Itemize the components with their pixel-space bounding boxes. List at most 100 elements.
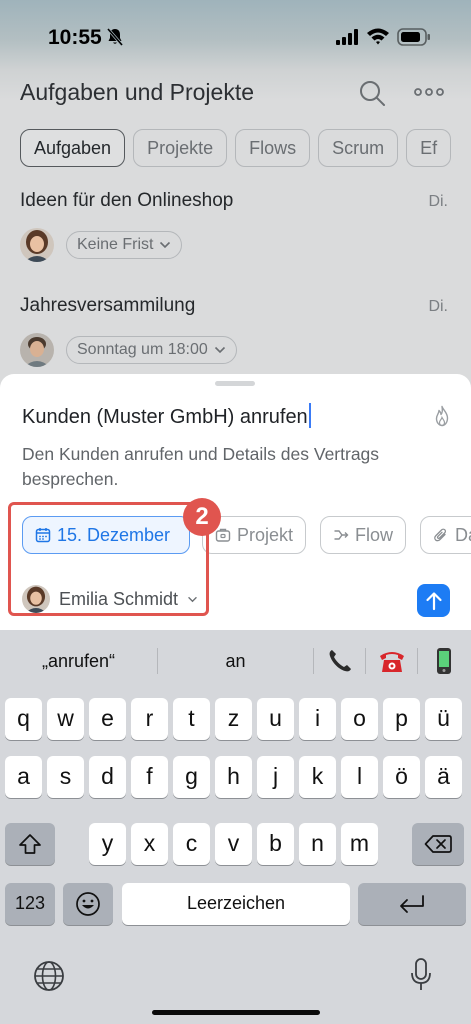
return-key[interactable] [358, 883, 466, 925]
key-i[interactable]: i [299, 698, 336, 740]
key-x[interactable]: x [131, 823, 168, 865]
backspace-key[interactable] [412, 823, 464, 865]
mobile-phone-icon[interactable] [429, 646, 459, 676]
key-q[interactable]: q [5, 698, 42, 740]
numbers-key[interactable]: 123 [5, 883, 55, 925]
chevron-down-icon [214, 346, 225, 354]
task-item[interactable]: Ideen für den Onlineshop Di. Keine Frist [20, 190, 460, 262]
chevron-down-icon [160, 241, 171, 249]
text-cursor [308, 403, 311, 428]
key-n[interactable]: n [299, 823, 336, 865]
task-title: Ideen für den Onlineshop [20, 190, 234, 211]
suggestion-item[interactable]: „anrufen“ [0, 642, 157, 680]
microphone-icon[interactable] [410, 958, 432, 992]
key-d[interactable]: d [89, 756, 126, 798]
key-ue[interactable]: ü [425, 698, 462, 740]
more-icon[interactable] [412, 82, 446, 102]
suggestion-item[interactable]: an [158, 642, 313, 680]
suggestion-divider [417, 648, 418, 674]
paperclip-icon [434, 528, 447, 542]
key-t[interactable]: t [173, 698, 210, 740]
key-a[interactable]: a [5, 756, 42, 798]
bell-off-icon [106, 28, 124, 46]
project-icon [215, 528, 231, 542]
task-title-text: Kunden (Muster GmbH) anrufen [22, 406, 308, 428]
key-u[interactable]: u [257, 698, 294, 740]
key-l[interactable]: l [341, 756, 378, 798]
avatar [20, 228, 54, 262]
key-s[interactable]: s [47, 756, 84, 798]
phone-receiver-icon[interactable] [325, 646, 355, 676]
tutorial-highlight-box [8, 502, 209, 616]
arrow-up-icon [425, 591, 442, 610]
project-chip-label: Projekt [237, 524, 294, 545]
task-day: Di. [428, 193, 448, 210]
suggestion-bar: „anrufen“ an [0, 642, 471, 680]
key-c[interactable]: c [173, 823, 210, 865]
deadline-label: Keine Frist [77, 236, 154, 253]
key-y[interactable]: y [89, 823, 126, 865]
key-r[interactable]: r [131, 698, 168, 740]
home-indicator[interactable] [152, 1010, 320, 1015]
task-item[interactable]: Jahresversammilung Di. Sonntag um 18:00 [20, 295, 460, 367]
key-g[interactable]: g [173, 756, 210, 798]
send-button[interactable] [417, 584, 450, 617]
key-z[interactable]: z [215, 698, 252, 740]
key-e[interactable]: e [89, 698, 126, 740]
backspace-icon [424, 835, 452, 853]
key-p[interactable]: p [383, 698, 420, 740]
key-k[interactable]: k [299, 756, 336, 798]
key-b[interactable]: b [257, 823, 294, 865]
wifi-icon [367, 28, 389, 45]
key-o[interactable]: o [341, 698, 378, 740]
status-bar: 10:55 [0, 0, 471, 60]
task-day: Di. [428, 298, 448, 315]
tab-aufgaben[interactable]: Aufgaben [20, 129, 126, 167]
sheet-grabber[interactable] [215, 381, 255, 386]
key-m[interactable]: m [341, 823, 378, 865]
key-v[interactable]: v [215, 823, 252, 865]
attachment-chip-label: Da [455, 524, 471, 545]
return-icon [400, 895, 424, 913]
status-time: 10:55 [48, 26, 102, 49]
suggestion-divider [313, 648, 314, 674]
shift-key[interactable] [5, 823, 55, 865]
page-title: Aufgaben und Projekte [20, 79, 255, 105]
task-title: Jahresversammilung [20, 295, 196, 316]
shift-icon [19, 834, 41, 854]
space-key[interactable]: Leerzeichen [122, 883, 350, 925]
flow-chip-label: Flow [355, 524, 394, 545]
attachment-chip[interactable]: Da [420, 516, 471, 554]
deadline-pill[interactable]: Keine Frist [66, 231, 183, 259]
tab-more[interactable]: Ef [406, 129, 452, 167]
avatar [20, 333, 54, 367]
task-meta: Keine Frist [20, 228, 183, 262]
telephone-icon[interactable] [377, 646, 407, 676]
tab-flows[interactable]: Flows [235, 129, 311, 167]
key-w[interactable]: w [47, 698, 84, 740]
flame-icon[interactable] [432, 405, 452, 427]
key-h[interactable]: h [215, 756, 252, 798]
task-meta: Sonntag um 18:00 [20, 333, 237, 367]
key-oe[interactable]: ö [383, 756, 420, 798]
emoji-key[interactable] [63, 883, 113, 925]
deadline-pill[interactable]: Sonntag um 18:00 [66, 336, 237, 364]
emoji-icon [76, 892, 100, 916]
tab-projekte[interactable]: Projekte [133, 129, 228, 167]
deadline-label: Sonntag um 18:00 [77, 341, 208, 358]
tab-scrum[interactable]: Scrum [318, 129, 399, 167]
key-j[interactable]: j [257, 756, 294, 798]
flow-chip[interactable]: Flow [320, 516, 407, 554]
key-ae[interactable]: ä [425, 756, 462, 798]
task-title-input[interactable]: Kunden (Muster GmbH) anrufen [22, 403, 311, 429]
suggestion-divider [365, 648, 366, 674]
flow-icon [334, 530, 349, 540]
task-description-input[interactable]: Den Kunden anrufen und Details des Vertr… [22, 442, 442, 492]
search-icon[interactable] [357, 78, 387, 108]
step-number-badge: 2 [183, 498, 221, 536]
cellular-signal-icon [336, 29, 358, 45]
keyboard: „anrufen“ an q w e r t z u i o p ü a s d… [0, 630, 471, 1024]
globe-icon[interactable] [33, 960, 65, 992]
new-task-sheet: Kunden (Muster GmbH) anrufen Den Kunden … [0, 374, 471, 674]
key-f[interactable]: f [131, 756, 168, 798]
